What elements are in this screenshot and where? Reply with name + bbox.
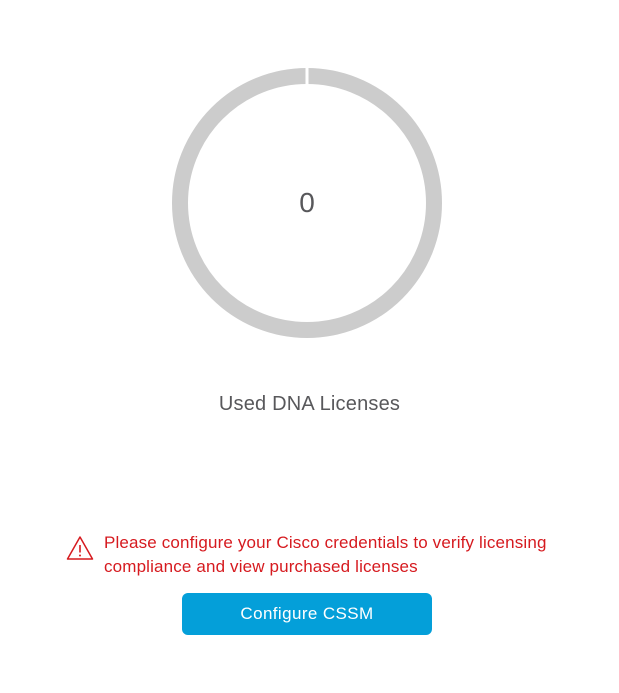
used-licenses-donut-chart: 0	[171, 67, 443, 339]
configure-cssm-button[interactable]: Configure CSSM	[182, 593, 432, 635]
used-licenses-label: Used DNA Licenses	[218, 393, 401, 415]
used-licenses-count: 0	[299, 187, 315, 218]
credentials-warning: Please configure your Cisco credentials …	[66, 531, 586, 579]
warning-triangle-icon	[66, 536, 94, 560]
warning-message: Please configure your Cisco credentials …	[104, 533, 547, 576]
